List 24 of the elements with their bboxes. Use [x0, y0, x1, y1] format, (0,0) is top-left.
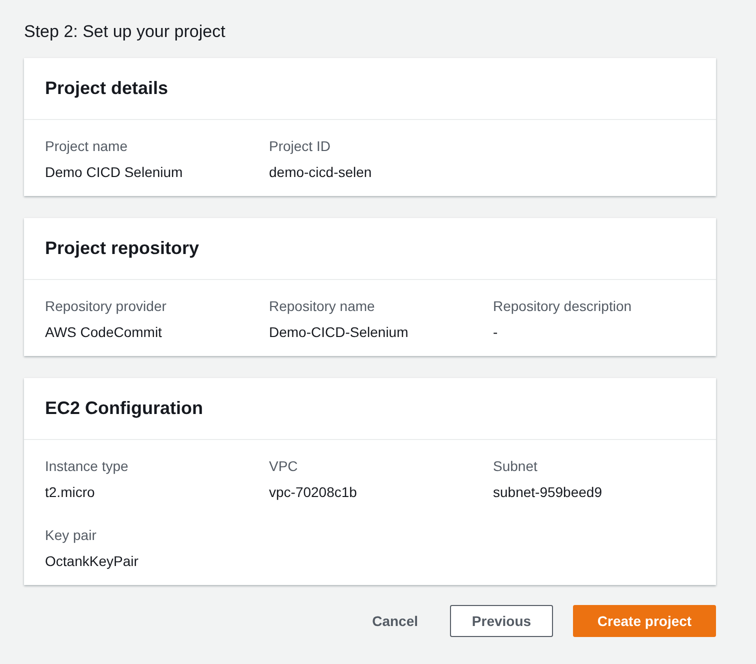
section-title: EC2 Configuration — [45, 397, 203, 420]
field-value: vpc-70208c1b — [269, 483, 357, 502]
field-value: - — [493, 323, 498, 342]
field-value: subnet-959beed9 — [493, 483, 602, 502]
field-label: Project name — [45, 137, 128, 156]
page-title: Step 2: Set up your project — [24, 21, 226, 43]
field-label: Repository name — [269, 297, 375, 316]
field-label: Project ID — [269, 137, 330, 156]
field-label: Key pair — [45, 526, 96, 545]
field-value: Demo CICD Selenium — [45, 163, 183, 182]
field-value: demo-cicd-selen — [269, 163, 372, 182]
field-value: OctankKeyPair — [45, 552, 138, 571]
field-value: AWS CodeCommit — [45, 323, 162, 342]
previous-button[interactable]: Previous — [450, 605, 553, 637]
section-title: Project repository — [45, 237, 200, 260]
cancel-button[interactable]: Cancel — [360, 605, 430, 637]
field-value: Demo-CICD-Selenium — [269, 323, 408, 342]
field-label: VPC — [269, 457, 298, 476]
section-title: Project details — [45, 77, 168, 100]
field-label: Instance type — [45, 457, 128, 476]
field-label: Subnet — [493, 457, 538, 476]
field-value: t2.micro — [45, 483, 95, 502]
field-label: Repository description — [493, 297, 632, 316]
field-label: Repository provider — [45, 297, 166, 316]
